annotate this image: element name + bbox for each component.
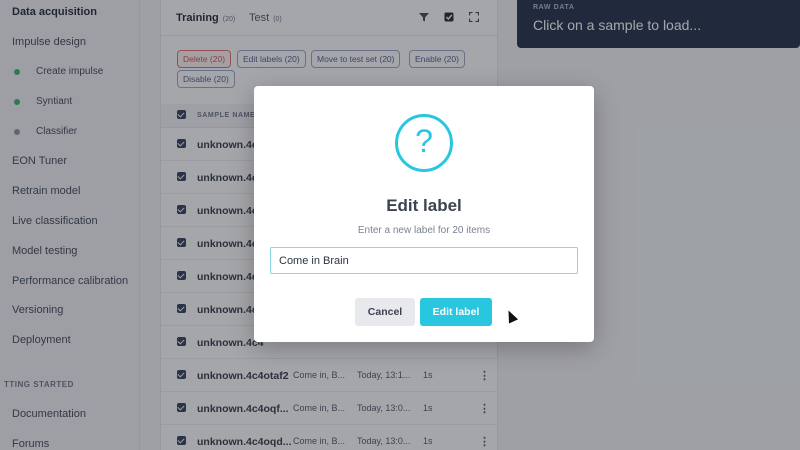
edit-label-dialog: ? Edit label Enter a new label for 20 it… xyxy=(254,86,594,342)
edit-label-button[interactable]: Edit label xyxy=(420,298,492,326)
dialog-title: Edit label xyxy=(386,196,462,215)
dialog-subtitle: Enter a new label for 20 items xyxy=(357,225,491,236)
new-label-input[interactable] xyxy=(270,247,578,274)
cancel-button[interactable]: Cancel xyxy=(355,298,415,326)
question-icon: ? xyxy=(395,114,453,172)
